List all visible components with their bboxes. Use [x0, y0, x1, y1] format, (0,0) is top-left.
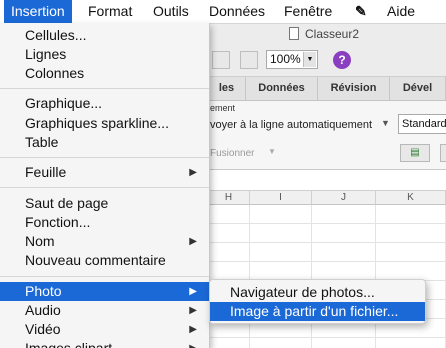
menu-item-lignes[interactable]: Lignes	[0, 45, 209, 64]
menu-outils[interactable]: Outils	[146, 0, 196, 23]
menu-aide[interactable]: Aide	[380, 0, 422, 23]
submenu-arrow-icon: ▶	[189, 339, 197, 348]
menu-item-label: Nom	[25, 233, 55, 249]
menu-item-label: Colonnes	[25, 65, 85, 81]
tab-mise-en-page[interactable]: les	[208, 77, 246, 100]
chevron-down-icon: ▼	[303, 52, 316, 67]
toolbar-button[interactable]	[212, 51, 230, 69]
wrap-text-button[interactable]: voyer à la ligne automatiquement	[210, 119, 372, 131]
toolbar-button[interactable]	[240, 51, 258, 69]
help-button[interactable]: ?	[333, 51, 351, 69]
column-header-h[interactable]: H	[208, 191, 250, 205]
photo-submenu: Navigateur de photos... Image à partir d…	[209, 279, 426, 324]
menu-item-label: Nouveau commentaire	[25, 252, 166, 268]
grid-line	[375, 205, 376, 348]
submenu-item-image-from-file[interactable]: Image à partir d'un fichier...	[210, 302, 425, 321]
menu-item-label: Images clipart	[25, 340, 113, 348]
menu-item-label: Fonction...	[25, 214, 91, 230]
menu-item-label: Feuille	[25, 164, 67, 180]
menu-item-label: Graphiques sparkline...	[25, 115, 169, 131]
menu-item-graphique[interactable]: Graphique...	[0, 94, 209, 113]
submenu-item-photo-browser[interactable]: Navigateur de photos...	[210, 283, 425, 302]
menu-item-colonnes[interactable]: Colonnes	[0, 64, 209, 83]
chevron-down-icon[interactable]: ▼	[268, 147, 276, 156]
menu-item-nom[interactable]: Nom ▶	[0, 232, 209, 251]
column-header-j[interactable]: J	[312, 191, 376, 205]
column-header-k[interactable]: K	[376, 191, 446, 205]
document-icon	[289, 27, 299, 40]
insertion-menu: Cellules... Lignes Colonnes Graphique...…	[0, 23, 210, 348]
menu-item-cellules[interactable]: Cellules...	[0, 26, 209, 45]
grid-line	[311, 205, 312, 348]
alignment-group-label: ement	[210, 103, 236, 113]
menu-donnees[interactable]: Données	[202, 0, 272, 23]
zoom-value: 100%	[270, 52, 301, 66]
submenu-arrow-icon: ▶	[189, 236, 197, 247]
tab-developpeur[interactable]: Dével	[390, 77, 446, 100]
menu-separator	[0, 88, 209, 89]
menu-item-label: Audio	[25, 302, 61, 318]
menu-separator	[0, 276, 209, 277]
submenu-arrow-icon: ▶	[189, 286, 197, 297]
menu-separator	[0, 187, 209, 188]
percent-button[interactable]	[440, 144, 446, 162]
menu-format[interactable]: Format	[81, 0, 139, 23]
zoom-select[interactable]: 100% ▼	[266, 50, 318, 69]
submenu-arrow-icon: ▶	[189, 167, 197, 178]
menu-item-fonction[interactable]: Fonction...	[0, 213, 209, 232]
chevron-down-icon[interactable]: ▼	[381, 118, 390, 128]
menu-item-label: Table	[25, 134, 59, 150]
menu-item-images-clipart[interactable]: Images clipart ▶	[0, 339, 209, 348]
submenu-arrow-icon: ▶	[189, 305, 197, 316]
menu-item-label: Photo	[25, 283, 62, 299]
menu-item-label: Vidéo	[25, 321, 61, 337]
menu-item-nouveau-commentaire[interactable]: Nouveau commentaire	[0, 251, 209, 270]
menu-item-video[interactable]: Vidéo ▶	[0, 320, 209, 339]
currency-icon[interactable]: ▤	[400, 144, 430, 162]
submenu-arrow-icon: ▶	[189, 324, 197, 335]
menu-item-label: Cellules...	[25, 27, 87, 43]
merge-button[interactable]: Fusionner	[210, 148, 254, 159]
menu-item-label: Graphique...	[25, 95, 103, 111]
document-title: Classeur2	[305, 27, 360, 41]
menu-bar: Insertion Format Outils Données Fenêtre …	[0, 0, 446, 24]
tab-donnees[interactable]: Données	[246, 77, 318, 100]
menu-item-audio[interactable]: Audio ▶	[0, 301, 209, 320]
grid-line	[249, 205, 250, 348]
script-icon[interactable]: ✎	[348, 0, 374, 23]
tab-revision[interactable]: Révision	[318, 77, 390, 100]
number-format-select[interactable]: Standard	[398, 114, 446, 134]
menu-item-saut-de-page[interactable]: Saut de page	[0, 194, 209, 213]
menu-item-feuille[interactable]: Feuille ▶	[0, 163, 209, 182]
column-header-i[interactable]: I	[250, 191, 312, 205]
menu-item-photo[interactable]: Photo ▶	[0, 282, 209, 301]
menu-item-sparkline[interactable]: Graphiques sparkline...	[0, 114, 209, 133]
menu-separator	[0, 157, 209, 158]
menu-fenetre[interactable]: Fenêtre	[277, 0, 339, 23]
menu-item-label: Lignes	[25, 46, 67, 62]
menu-item-table[interactable]: Table	[0, 133, 209, 152]
menu-insertion[interactable]: Insertion	[4, 0, 72, 23]
menu-item-label: Saut de page	[25, 195, 109, 211]
